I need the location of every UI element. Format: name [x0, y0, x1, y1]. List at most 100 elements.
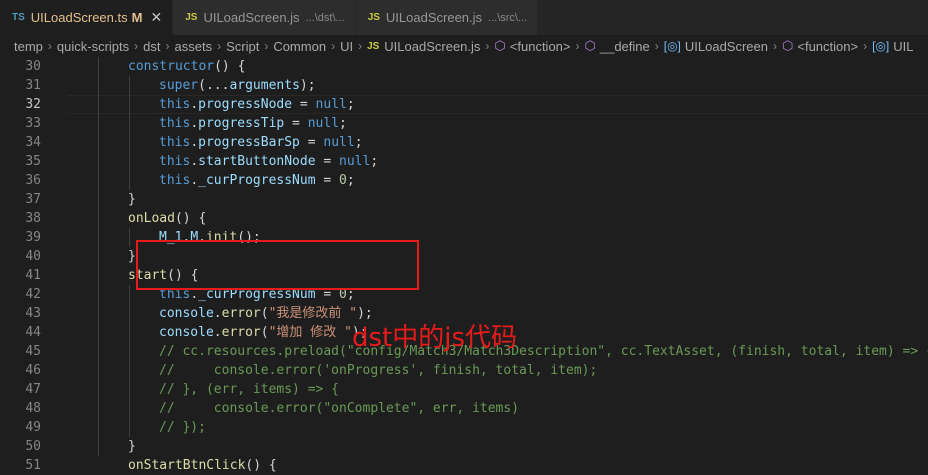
code-token: ;: [354, 135, 363, 150]
code-token: "我是修改前 ": [268, 306, 358, 321]
code-line[interactable]: 50}: [0, 437, 928, 456]
code-text: this.progressTip = null;: [159, 114, 347, 133]
code-token: () {: [214, 59, 246, 74]
chevron-right-icon: ›: [47, 39, 52, 53]
code-token: onStartBtnClick: [128, 458, 246, 473]
line-number: 39: [25, 230, 41, 245]
code-token: this: [159, 154, 191, 169]
variable-icon: [◎]: [872, 39, 890, 53]
code-line[interactable]: 47 // }, (err, items) => {: [0, 380, 928, 399]
code-token: .: [190, 116, 199, 131]
tab-uiloadscreen-ts[interactable]: TS UILoadScreen.ts M ✕: [0, 0, 174, 35]
breadcrumb-symbol[interactable]: [◎] UILoadScreen: [664, 39, 768, 54]
code-token: =: [299, 135, 324, 150]
code-token: }: [128, 439, 136, 454]
tab-path-hint: ...\dst\...: [305, 11, 345, 24]
code-text: }: [128, 247, 136, 266]
line-number: 47: [25, 382, 41, 397]
javascript-file-icon: JS: [185, 12, 198, 23]
breadcrumb-item[interactable]: temp: [14, 39, 43, 54]
code-line[interactable]: 36 this._curProgressNum = 0;: [0, 171, 928, 190]
code-line[interactable]: 38 onLoad() {: [0, 209, 928, 228]
code-token: // }, (err, items) => {: [159, 382, 340, 397]
highlight-box: [136, 240, 419, 290]
code-line[interactable]: 35 this.startButtonNode = null;: [0, 152, 928, 171]
line-number: 30: [25, 59, 41, 74]
code-token: null: [339, 154, 371, 169]
javascript-file-icon: JS: [367, 40, 380, 52]
line-number: 35: [25, 154, 41, 169]
code-text: this.progressBarSp = null;: [159, 133, 363, 152]
code-token: progressNode: [198, 97, 293, 112]
code-text: // });: [159, 418, 206, 437]
code-line[interactable]: 30 constructor() {: [0, 57, 928, 76]
editor-tab-bar: TS UILoadScreen.ts M ✕ JS UILoadScreen.j…: [0, 0, 928, 35]
code-token: ;: [370, 154, 379, 169]
breadcrumb-symbol[interactable]: ⬡ __define: [585, 38, 650, 54]
line-number: 31: [25, 78, 41, 93]
code-line[interactable]: 31 super(...arguments);: [0, 76, 928, 95]
code-text: // console.error('onProgress', finish, t…: [159, 361, 597, 380]
code-token: progressBarSp: [198, 135, 300, 150]
code-token: console: [159, 306, 214, 321]
code-line[interactable]: 48 // console.error("onComplete", err, it…: [0, 399, 928, 418]
code-token: null: [323, 135, 355, 150]
breadcrumb-symbol[interactable]: [◎] UIL: [872, 39, 913, 54]
code-token: arguments: [229, 78, 300, 93]
code-token: ;: [339, 116, 347, 131]
code-line[interactable]: 33 this.progressTip = null;: [0, 114, 928, 133]
code-line[interactable]: 49 // });: [0, 418, 928, 437]
line-number: 48: [25, 401, 41, 416]
breadcrumb-symbol[interactable]: ⬡ <function>: [494, 38, 570, 54]
code-token: .: [213, 325, 222, 340]
modified-indicator: M: [131, 10, 143, 25]
code-token: progressTip: [198, 116, 285, 131]
variable-icon: [◎]: [663, 39, 681, 53]
tab-uiloadscreen-js-src[interactable]: JS UILoadScreen.js ...\src\...: [355, 0, 539, 35]
line-number: 41: [25, 268, 41, 283]
code-token: startButtonNode: [198, 154, 316, 169]
code-text: }: [128, 437, 136, 456]
code-token: ;: [346, 173, 355, 188]
breadcrumb-symbol[interactable]: ⬡ <function>: [782, 38, 858, 54]
code-token: this: [159, 116, 191, 131]
code-token: () {: [174, 211, 207, 226]
breadcrumb-item[interactable]: assets: [175, 39, 213, 54]
breadcrumb-item[interactable]: UI: [340, 39, 353, 54]
code-token: .: [190, 135, 199, 150]
breadcrumb-item[interactable]: dst: [143, 39, 160, 54]
code-token: null: [315, 97, 347, 112]
breadcrumb-item[interactable]: Common: [273, 39, 326, 54]
line-number: 43: [25, 306, 41, 321]
code-token: .: [213, 306, 222, 321]
breadcrumb-file[interactable]: JS UILoadScreen.js: [367, 39, 480, 54]
line-number: 32: [25, 97, 41, 112]
tab-path-hint: ...\src\...: [488, 11, 528, 24]
code-token: (: [260, 306, 269, 321]
code-token: // console.error("onComplete", err, item…: [159, 401, 520, 416]
code-line[interactable]: 34 this.progressBarSp = null;: [0, 133, 928, 152]
code-token: =: [315, 173, 340, 188]
code-line[interactable]: 51 onStartBtnClick() {: [0, 456, 928, 475]
breadcrumb-item[interactable]: Script: [226, 39, 259, 54]
code-token: =: [292, 97, 316, 112]
code-line[interactable]: 37}: [0, 190, 928, 209]
code-text: console.error("增加 修改 ");: [159, 323, 368, 342]
chevron-right-icon: ›: [485, 39, 490, 53]
tab-uiloadscreen-js-dst[interactable]: JS UILoadScreen.js ...\dst\...: [173, 0, 356, 35]
code-text: this._curProgressNum = 0;: [159, 171, 355, 190]
code-line[interactable]: 32 this.progressNode = null;: [0, 95, 928, 114]
code-text: // console.error("onComplete", err, item…: [159, 399, 519, 418]
code-token: this: [159, 173, 191, 188]
tab-label: UILoadScreen.ts: [30, 10, 128, 25]
code-text: super(...arguments);: [159, 76, 316, 95]
code-token: error: [221, 325, 261, 340]
chevron-right-icon: ›: [773, 39, 778, 53]
code-token: _curProgressNum: [198, 173, 316, 188]
close-tab-icon[interactable]: ✕: [150, 9, 162, 26]
code-token: // cc.resources.preload("config/Match3/M…: [159, 344, 928, 359]
code-token: error: [221, 306, 261, 321]
code-token: () {: [245, 458, 277, 473]
breadcrumb-item[interactable]: quick-scripts: [57, 39, 129, 54]
code-line[interactable]: 46 // console.error('onProgress', finish,…: [0, 361, 928, 380]
